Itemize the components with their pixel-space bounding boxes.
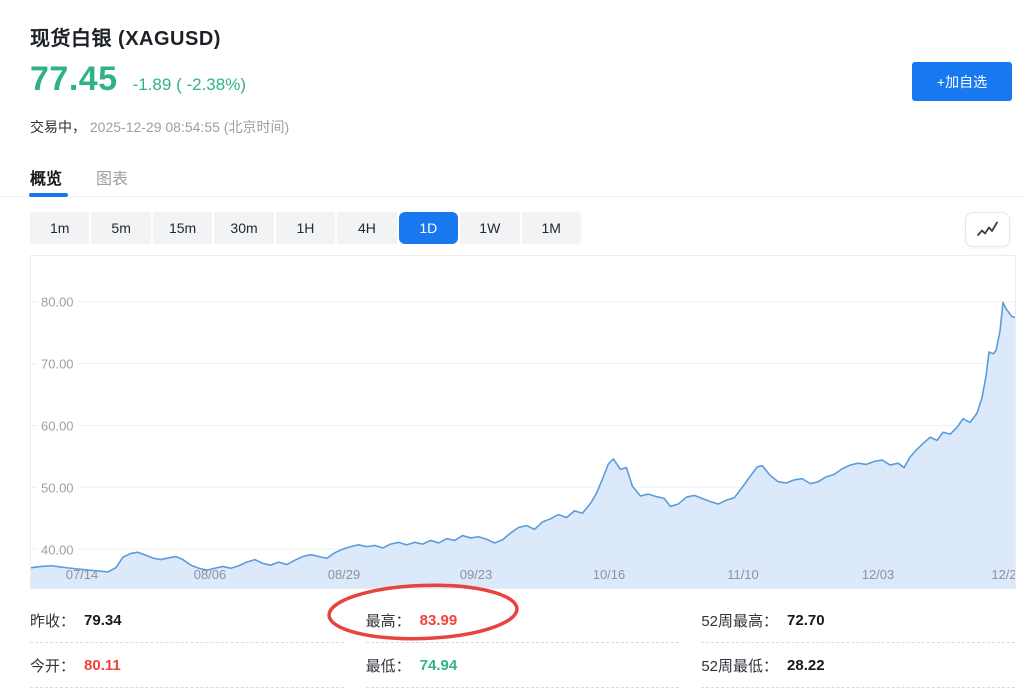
stat-high-label: 最高：: [366, 610, 411, 631]
price-area-fill: [31, 302, 1015, 588]
stat-low: 最低： 74.94: [366, 643, 680, 688]
tab-bar: 概览 图表: [30, 165, 128, 189]
price-change: -1.89 ( -2.38%): [133, 75, 246, 95]
last-price: 77.45: [30, 60, 118, 99]
area-chart-canvas: [31, 256, 1015, 588]
x-axis-label: 12/2: [976, 567, 1016, 582]
y-axis-label: 70.00: [37, 357, 78, 372]
timeframe-selector: 1m5m15m30m1H4H1D1W1M: [30, 212, 581, 244]
timeframe-1h[interactable]: 1H: [276, 212, 335, 244]
y-axis-label: 80.00: [37, 295, 78, 310]
stat-prev-close-label: 昨收：: [30, 610, 75, 631]
stat-prev-close-value: 79.34: [84, 612, 122, 629]
tab-chart[interactable]: 图表: [96, 165, 128, 189]
stat-52w-low: 52周最低： 28.22: [701, 643, 1015, 688]
y-axis-label: 40.00: [37, 543, 78, 558]
y-axis-label: 60.00: [37, 419, 78, 434]
active-tab-underline: [29, 193, 68, 197]
x-axis-label: 12/03: [850, 567, 906, 582]
timeframe-1w[interactable]: 1W: [460, 212, 519, 244]
y-axis-label: 50.00: [37, 481, 78, 496]
x-axis-label: 08/06: [182, 567, 238, 582]
price-block: 77.45 -1.89 ( -2.38%): [30, 60, 246, 99]
stat-prev-close: 昨收： 79.34: [30, 598, 344, 643]
timeframe-1m[interactable]: 1m: [30, 212, 89, 244]
chart-style-button[interactable]: [965, 212, 1010, 247]
stat-open-value: 80.11: [84, 657, 121, 674]
quote-timestamp: 2025-12-29 08:54:55 (北京时间): [90, 119, 289, 135]
timeframe-15m[interactable]: 15m: [153, 212, 212, 244]
timeframe-5m[interactable]: 5m: [91, 212, 150, 244]
stat-open-label: 今开：: [30, 655, 75, 676]
timeframe-4h[interactable]: 4H: [337, 212, 396, 244]
timeframe-30m[interactable]: 30m: [214, 212, 273, 244]
market-status-row: 交易中， 2025-12-29 08:54:55 (北京时间): [30, 117, 289, 137]
x-axis-label: 11/10: [715, 567, 771, 582]
timeframe-1d[interactable]: 1D: [399, 212, 458, 244]
stat-52w-high-value: 72.70: [787, 612, 825, 629]
page-title: 现货白银 (XAGUSD): [30, 22, 221, 51]
tabs-divider: [0, 196, 1024, 197]
x-axis-label: 09/23: [448, 567, 504, 582]
stat-high-value: 83.99: [420, 612, 458, 629]
stat-52w-high: 52周最高： 72.70: [701, 598, 1015, 643]
timeframe-1m[interactable]: 1M: [522, 212, 581, 244]
x-axis-label: 07/14: [54, 567, 110, 582]
x-axis-label: 08/29: [316, 567, 372, 582]
stat-high: 最高： 83.99: [366, 598, 680, 643]
market-status: 交易中，: [30, 119, 86, 135]
stat-low-value: 74.94: [420, 657, 458, 674]
line-chart-icon: [976, 221, 999, 239]
quote-stats-panel: 昨收： 79.34 最高： 83.99 52周最高： 72.70 今开： 80.11 最低： 74…: [30, 598, 1015, 688]
stat-low-label: 最低：: [366, 655, 411, 676]
tab-overview[interactable]: 概览: [30, 165, 62, 189]
stat-open: 今开： 80.11: [30, 643, 344, 688]
add-watchlist-button[interactable]: +加自选: [912, 62, 1012, 101]
stat-52w-low-label: 52周最低：: [701, 655, 778, 676]
x-axis-label: 10/16: [581, 567, 637, 582]
price-chart[interactable]: 80.00 70.00 60.00 50.00 40.00 07/14 08/06 08/29…: [30, 255, 1016, 589]
stat-52w-low-value: 28.22: [787, 657, 825, 674]
stat-52w-high-label: 52周最高：: [701, 610, 778, 631]
